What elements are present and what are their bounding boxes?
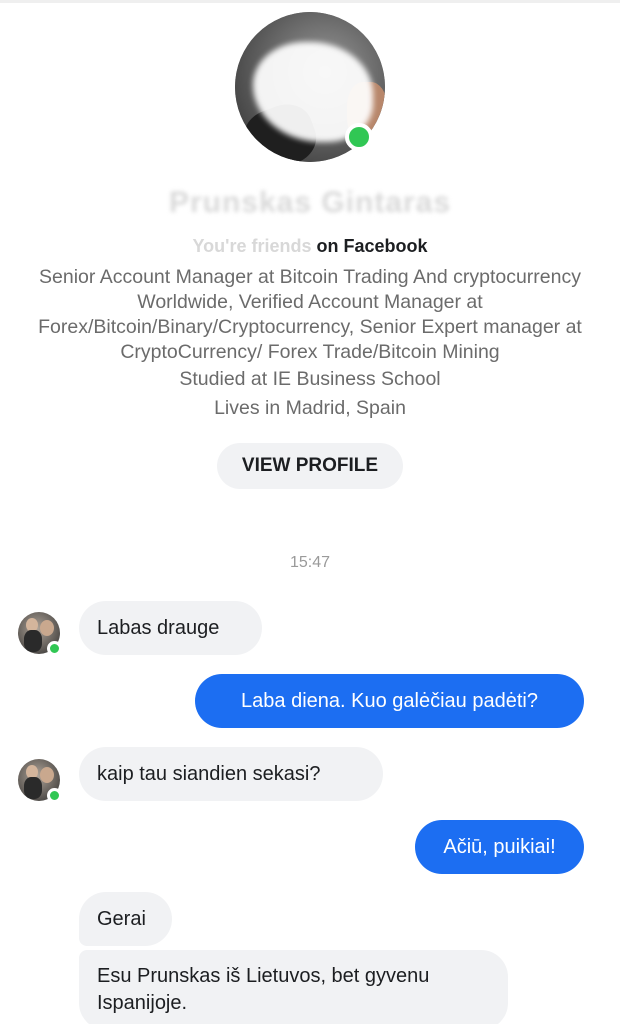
messenger-conversation: Prunskas Gintaras You're friends on Face… (0, 0, 620, 1024)
outgoing-message[interactable]: Ačiū, puikiai! (415, 820, 584, 874)
friends-status-prefix: You're friends (192, 236, 312, 256)
incoming-message[interactable]: Esu Prunskas iš Lietuvos, bet gyvenu Isp… (79, 950, 508, 1024)
incoming-message[interactable]: kaip tau siandien sekasi? (79, 747, 383, 801)
profile-location: Lives in Madrid, Spain (214, 397, 406, 419)
friends-status-suffix: on Facebook (311, 236, 428, 256)
top-divider (0, 0, 620, 3)
profile-name: Prunskas Gintaras (168, 186, 452, 219)
profile-education: Studied at IE Business School (179, 368, 441, 390)
view-profile-button[interactable]: VIEW PROFILE (217, 443, 403, 489)
incoming-message[interactable]: Gerai (79, 892, 172, 946)
online-status-indicator (345, 123, 373, 151)
friends-status: You're friends on Facebook (0, 236, 620, 257)
profile-work-info: Senior Account Manager at Bitcoin Tradin… (38, 266, 582, 363)
incoming-message[interactable]: Labas drauge (79, 601, 262, 655)
message-timestamp: 15:47 (289, 554, 331, 571)
online-status-indicator (47, 788, 62, 803)
outgoing-message[interactable]: Laba diena. Kuo galėčiau padėti? (195, 674, 584, 728)
online-status-indicator (47, 641, 62, 656)
